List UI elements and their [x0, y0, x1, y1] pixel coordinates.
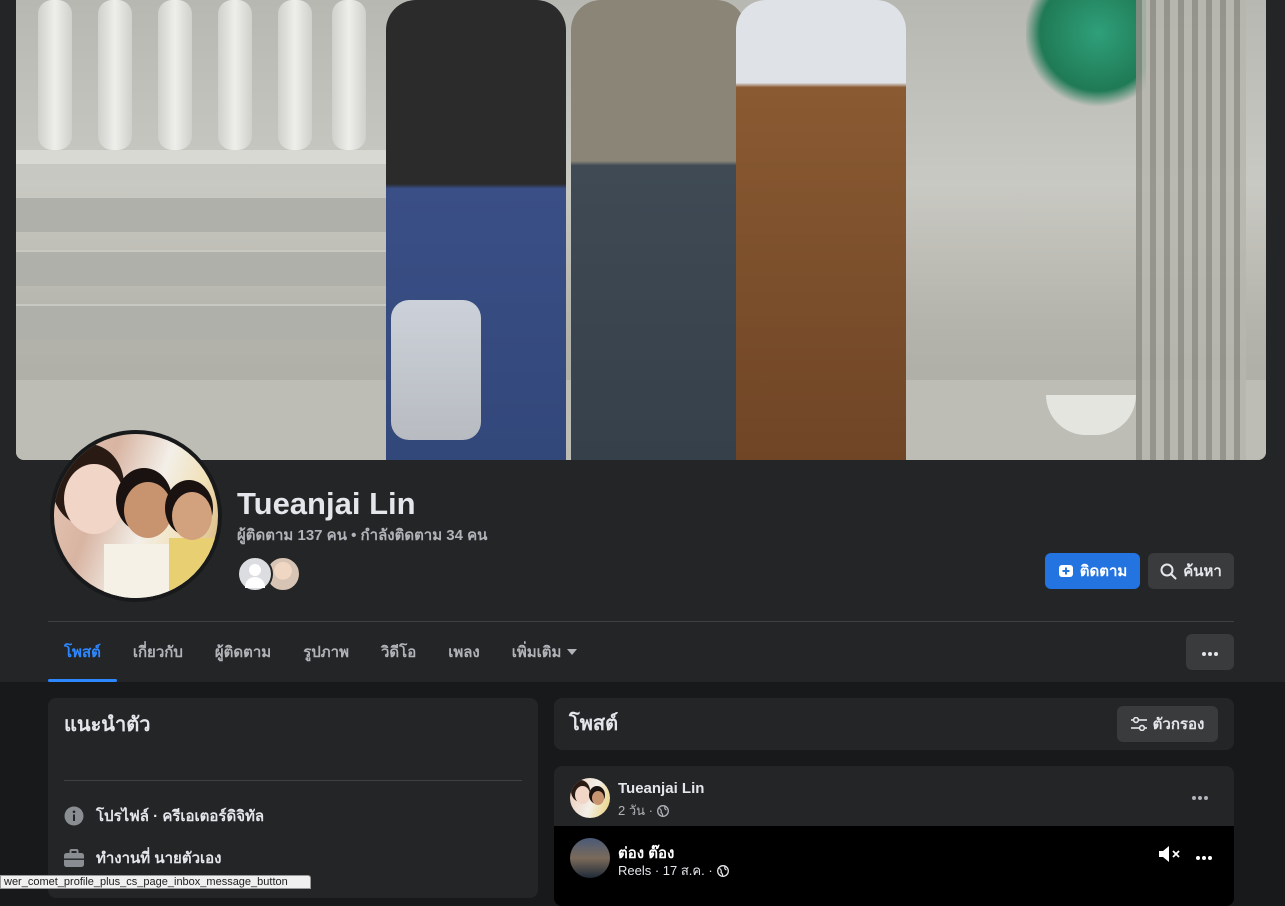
- reel-options-button[interactable]: [1188, 840, 1220, 872]
- cover-detail: [391, 300, 481, 440]
- tab-label: เกี่ยวกับ: [132, 644, 183, 661]
- avatar-detail: [64, 464, 124, 534]
- tab-label: เพิ่มเติม: [511, 644, 562, 661]
- tab-label: โพสต์: [64, 644, 101, 661]
- tab-followers[interactable]: ผู้ติดตาม: [199, 622, 287, 682]
- tab-music[interactable]: เพลง: [432, 622, 496, 682]
- tab-label: เพลง: [448, 644, 480, 661]
- globe-icon: [657, 804, 669, 817]
- post-time[interactable]: 2 วัน ·: [618, 800, 653, 821]
- follow-stats[interactable]: ผู้ติดตาม 137 คน • กำลังติดตาม 34 คน: [237, 527, 487, 545]
- intro-profile-text: โปรไฟล์ · ครีเอเตอร์ดิจิทัล: [96, 808, 265, 825]
- cover-detail: [98, 0, 132, 150]
- search-icon: [1160, 563, 1177, 580]
- follow-button[interactable]: ติดตาม: [1045, 553, 1140, 589]
- status-tooltip: wer_comet_profile_plus_cs_page_inbox_mes…: [0, 875, 311, 889]
- intro-card: แนะนำตัว โปรไฟล์ · ครีเอเตอร์ดิจิทัล ทำง…: [48, 698, 538, 898]
- intro-work-text: ทำงานที่ นายตัวเอง: [96, 850, 222, 867]
- tab-label: ผู้ติดตาม: [214, 644, 272, 661]
- tab-label: วิดีโอ: [380, 644, 417, 661]
- follower-avatar[interactable]: [237, 556, 273, 592]
- cover-detail: [38, 0, 72, 150]
- tab-label: รูปภาพ: [303, 644, 349, 661]
- search-button[interactable]: ค้นหา: [1148, 553, 1234, 589]
- avatar-detail: [172, 492, 212, 540]
- tab-about[interactable]: เกี่ยวกับ: [117, 622, 199, 682]
- tab-videos[interactable]: วิดีโอ: [365, 622, 432, 682]
- cover-person: [571, 0, 746, 460]
- tab-photos[interactable]: รูปภาพ: [287, 622, 365, 682]
- intro-profile-row: โปรไฟล์ · ครีเอเตอร์ดิจิทัล: [64, 804, 264, 828]
- tab-more[interactable]: เพิ่มเติม: [496, 622, 594, 682]
- mute-button[interactable]: [1156, 844, 1184, 868]
- intro-work-row: ทำงานที่ นายตัวเอง: [64, 846, 221, 870]
- briefcase-icon: [64, 848, 84, 868]
- globe-icon: [716, 864, 729, 877]
- post-author-avatar[interactable]: [570, 778, 610, 818]
- profile-picture[interactable]: [54, 434, 218, 598]
- avatar-detail: [169, 538, 218, 598]
- cover-person: [736, 0, 906, 460]
- cover-detail: [16, 150, 396, 164]
- cover-photo[interactable]: [16, 0, 1266, 460]
- post-card: Tueanjai Lin 2 วัน · ต่อง ต๊อง Reels · 1…: [554, 766, 1234, 906]
- reel-info[interactable]: Reels · 17 ส.ค. ·: [618, 860, 713, 881]
- reel-author-avatar[interactable]: [570, 838, 610, 878]
- post-options-button[interactable]: [1184, 780, 1216, 812]
- info-icon: [64, 806, 84, 826]
- more-icon: [1192, 787, 1208, 805]
- shared-reel[interactable]: ต่อง ต๊อง Reels · 17 ส.ค. ·: [554, 826, 1234, 906]
- search-button-label: ค้นหา: [1183, 563, 1222, 580]
- intro-title: แนะนำตัว: [64, 714, 151, 736]
- cover-detail: [1136, 0, 1246, 460]
- cover-detail: [278, 0, 312, 150]
- intro-divider: [64, 780, 522, 781]
- posts-header-card: โพสต์ ตัวกรอง: [554, 698, 1234, 750]
- profile-name: Tueanjai Lin: [237, 486, 416, 521]
- chevron-down-icon: [567, 649, 578, 655]
- tab-posts[interactable]: โพสต์: [48, 622, 117, 682]
- add-follow-icon: [1058, 563, 1074, 579]
- avatar-detail: [124, 482, 172, 538]
- more-icon: [1196, 847, 1212, 865]
- speaker-muted-icon: [1158, 845, 1182, 868]
- cover-detail: [332, 0, 366, 150]
- reel-meta: Reels · 17 ส.ค. ·: [618, 860, 729, 881]
- filter-sliders-icon: [1130, 717, 1147, 731]
- cover-detail: [218, 0, 252, 150]
- more-icon: [1202, 643, 1218, 661]
- post-meta: 2 วัน ·: [618, 800, 669, 821]
- cover-detail: [1026, 0, 1146, 110]
- filter-button[interactable]: ตัวกรอง: [1117, 706, 1218, 742]
- posts-title: โพสต์: [569, 713, 619, 735]
- follow-button-label: ติดตาม: [1079, 563, 1128, 580]
- post-author-name[interactable]: Tueanjai Lin: [618, 780, 704, 797]
- profile-tabs: โพสต์ เกี่ยวกับ ผู้ติดตาม รูปภาพ วิดีโอ …: [48, 622, 593, 682]
- cover-detail: [158, 0, 192, 150]
- profile-options-button[interactable]: [1186, 634, 1234, 670]
- filter-button-label: ตัวกรอง: [1152, 716, 1205, 733]
